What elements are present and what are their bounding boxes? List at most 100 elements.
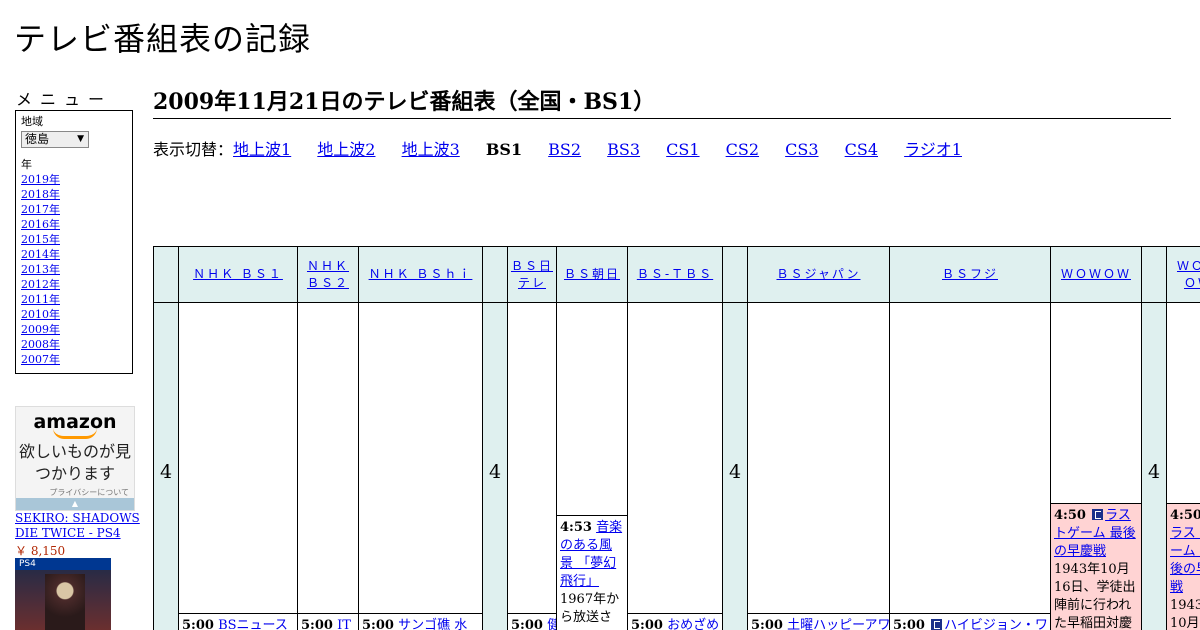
program-slot: 5:00 土曜ハッピーアワ xyxy=(747,613,890,630)
region-select-value: 徳島 xyxy=(25,132,50,146)
program-title-link[interactable]: 土曜ハッピーアワ xyxy=(787,618,889,630)
switch-link-cs2[interactable]: CS2 xyxy=(726,140,759,159)
channel-header: ＢＳジャパン xyxy=(747,246,890,303)
ad-privacy-link[interactable]: プライバシーについて xyxy=(16,487,134,498)
empty-slot xyxy=(627,302,723,614)
program-slot: 5:00 IT xyxy=(297,613,359,630)
product-price: ￥ 8,150 xyxy=(15,544,66,558)
hour-label: 4 xyxy=(482,302,508,630)
year-link[interactable]: 2016年 xyxy=(21,218,60,231)
switch-link-cs3[interactable]: CS3 xyxy=(785,140,818,159)
program-time: 4:53 xyxy=(560,520,592,535)
schedule-grid: ＮＨＫ ＢＳ１ ＮＨＫ ＢＳ２ ＮＨＫ ＢＳｈｉ ＢＳ日テレ ＢＳ朝日 ＢＳ-Ｔ… xyxy=(153,246,1200,630)
program-desc: 1943年10月16日、学徒出陣前に行われた早稲田対慶応 xyxy=(1054,562,1136,630)
switch-link-terrestrial2[interactable]: 地上波2 xyxy=(317,140,375,159)
year-link[interactable]: 2019年 xyxy=(21,173,60,186)
program-title-link[interactable]: ラストゲーム 最後の早慶戦 xyxy=(1170,526,1200,595)
channel-header: ＷＯＷＯＷ xyxy=(1050,246,1142,303)
channel-link[interactable]: ＢＳ日テレ xyxy=(508,258,556,292)
program-time: 5:00 xyxy=(893,618,925,630)
channel-link[interactable]: ＮＨＫ ＢＳｈｉ xyxy=(369,266,473,283)
program-slot: 5:00 健 xyxy=(507,613,557,630)
empty-slot xyxy=(747,302,890,614)
channel-link[interactable]: ＮＨＫ ＢＳ１ xyxy=(193,266,283,283)
hour-header xyxy=(722,246,748,303)
channel-header: ＢＳフジ xyxy=(889,246,1051,303)
year-link[interactable]: 2011年 xyxy=(21,293,60,306)
program-time: 5:00 xyxy=(511,618,543,630)
channel-link[interactable]: ＢＳ朝日 xyxy=(564,266,620,283)
year-link[interactable]: 2015年 xyxy=(21,233,60,246)
hivision-icon xyxy=(1092,509,1104,520)
program-title-link[interactable]: IT xyxy=(337,618,351,630)
program-time: 5:00 xyxy=(301,618,333,630)
program-title-link[interactable]: おめざめ xyxy=(667,618,719,630)
year-link[interactable]: 2008年 xyxy=(21,338,60,351)
year-link[interactable]: 2012年 xyxy=(21,278,60,291)
switch-link-radio1[interactable]: ラジオ1 xyxy=(904,140,962,159)
page-title: 2009年11月21日のテレビ番組表（全国・BS1） xyxy=(153,84,1171,119)
channel-header: ＮＨＫ ＢＳｈｉ xyxy=(358,246,483,303)
product-title-link[interactable]: SEKIRO: SHADOWS DIE TWICE - PS4 xyxy=(15,511,140,541)
program-slot: 5:00 サンゴ礁 水 xyxy=(358,613,483,630)
channel-link[interactable]: ＷＯＷＯＷ xyxy=(1061,266,1131,283)
product-cover-art xyxy=(45,574,85,630)
channel-link[interactable]: ＷＯＷＯＷ xyxy=(1171,258,1200,292)
site-title: テレビ番組表の記録 xyxy=(14,20,312,58)
region-select[interactable]: 徳島 ▼ xyxy=(21,131,89,148)
region-label: 地域 xyxy=(21,115,43,128)
hour-header xyxy=(153,246,179,303)
channel-header: ＢＳ-ＴＢＳ xyxy=(627,246,723,303)
switch-link-bs2[interactable]: BS2 xyxy=(548,140,581,159)
year-link[interactable]: 2007年 xyxy=(21,353,60,366)
switch-link-terrestrial1[interactable]: 地上波1 xyxy=(233,140,291,159)
ad-copy: 欲しいものが見つかります xyxy=(18,442,131,483)
amazon-ad[interactable]: amazon 欲しいものが見つかります プライバシーについて ▲ xyxy=(15,406,135,511)
year-link[interactable]: 2010年 xyxy=(21,308,60,321)
channel-switcher: 表示切替：地上波1 地上波2 地上波3 BS1 BS2 BS3 CS1 CS2 … xyxy=(153,136,983,160)
year-link[interactable]: 2017年 xyxy=(21,203,60,216)
program-time: 5:00 xyxy=(182,618,214,630)
program-title-link[interactable]: ハイビジョン・ワ xyxy=(944,618,1048,630)
program-title-link[interactable]: BSニュース xyxy=(218,618,288,630)
year-link[interactable]: 2018年 xyxy=(21,188,60,201)
empty-slot xyxy=(889,302,1051,614)
channel-header: ＷＯＷＯＷ xyxy=(1166,246,1200,303)
program-title-link[interactable]: サンゴ礁 水 xyxy=(398,618,467,630)
program-slot: 4:50 ラストゲーム 最後の早慶戦 1943年10月16日、学徒出陣前に行われ… xyxy=(1050,503,1142,630)
program-time: 5:00 xyxy=(751,618,783,630)
empty-slot xyxy=(178,302,298,614)
year-list: 2019年 2018年 2017年 2016年 2015年 2014年 2013… xyxy=(21,172,127,367)
program-desc: 1943年10月1 xyxy=(1170,598,1200,630)
chevron-up-icon[interactable]: ▲ xyxy=(16,498,134,510)
year-link[interactable]: 2013年 xyxy=(21,263,60,276)
amazon-logo: amazon xyxy=(33,411,117,433)
year-link[interactable]: 2014年 xyxy=(21,248,60,261)
program-slot: 5:00 ハイビジョン・ワ xyxy=(889,613,1051,630)
year-link[interactable]: 2009年 xyxy=(21,323,60,336)
switch-link-cs1[interactable]: CS1 xyxy=(666,140,699,159)
program-title-link[interactable]: 健 xyxy=(547,618,556,630)
program-time: 5:00 xyxy=(631,618,663,630)
year-label: 年 xyxy=(21,158,32,171)
hour-label: 4 xyxy=(1141,302,1167,630)
chevron-down-icon: ▼ xyxy=(77,134,84,144)
product-image[interactable]: PS4 xyxy=(15,558,111,630)
hour-label: 4 xyxy=(722,302,748,630)
switch-label: 表示切替： xyxy=(153,140,234,159)
channel-link[interactable]: ＢＳ-ＴＢＳ xyxy=(637,266,713,283)
program-time: 5:00 xyxy=(362,618,394,630)
channel-link[interactable]: ＢＳフジ xyxy=(942,266,998,283)
switch-link-bs3[interactable]: BS3 xyxy=(607,140,640,159)
empty-slot xyxy=(507,302,557,614)
program-slot: 4:53 音楽のある風景 「夢幻飛行」 1967年から放送さ xyxy=(556,515,628,630)
hour-header xyxy=(482,246,508,303)
channel-link[interactable]: ＮＨＫ ＢＳ２ xyxy=(298,258,358,292)
switch-link-cs4[interactable]: CS4 xyxy=(845,140,878,159)
switch-link-terrestrial3[interactable]: 地上波3 xyxy=(402,140,460,159)
channel-header: ＮＨＫ ＢＳ１ xyxy=(178,246,298,303)
channel-header: ＮＨＫ ＢＳ２ xyxy=(297,246,359,303)
channel-link[interactable]: ＢＳジャパン xyxy=(776,266,860,283)
program-slot: 5:00 おめざめ xyxy=(627,613,723,630)
empty-slot xyxy=(297,302,359,614)
